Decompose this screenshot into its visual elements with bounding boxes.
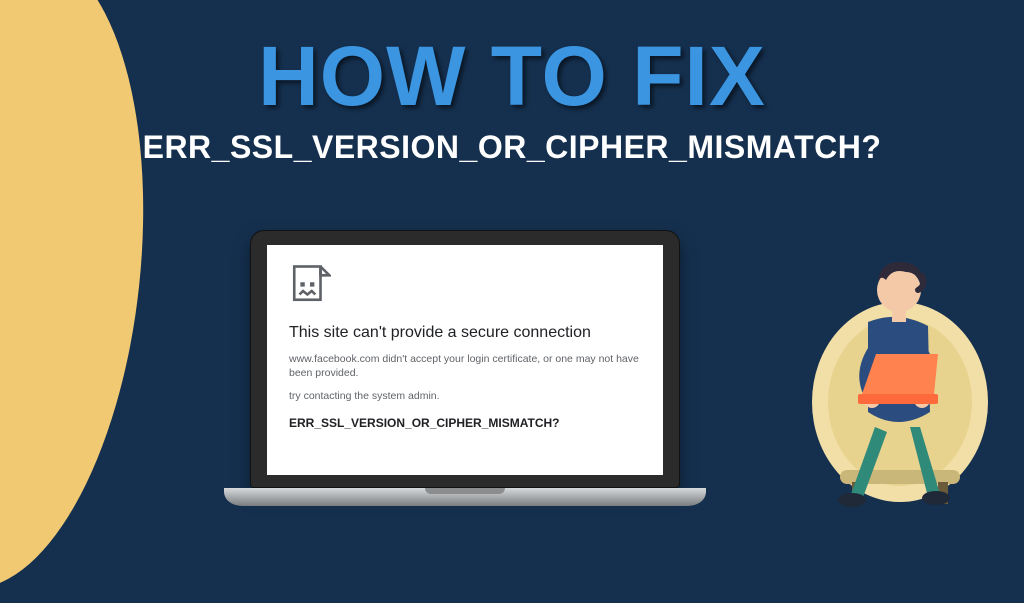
error-code: ERR_SSL_VERSION_OR_CIPHER_MISMATCH? — [289, 416, 641, 430]
error-try: try contacting the system admin. — [289, 390, 641, 402]
laptop-screen: This site can't provide a secure connect… — [267, 245, 663, 475]
broken-page-icon — [289, 263, 331, 305]
laptop-notch — [425, 488, 505, 494]
laptop-illustration: This site can't provide a secure connect… — [250, 230, 680, 506]
error-title: This site can't provide a secure connect… — [289, 324, 641, 342]
laptop-base — [224, 488, 706, 506]
person-illustration — [780, 232, 1000, 512]
error-body: www.facebook.com didn't accept your logi… — [289, 352, 641, 380]
headline-block: HOW TO FIX ERR_SSL_VERSION_OR_CIPHER_MIS… — [0, 28, 1024, 166]
headline-main: HOW TO FIX — [0, 28, 1024, 125]
headline-sub: ERR_SSL_VERSION_OR_CIPHER_MISMATCH? — [0, 129, 1024, 166]
laptop-frame: This site can't provide a secure connect… — [250, 230, 680, 488]
